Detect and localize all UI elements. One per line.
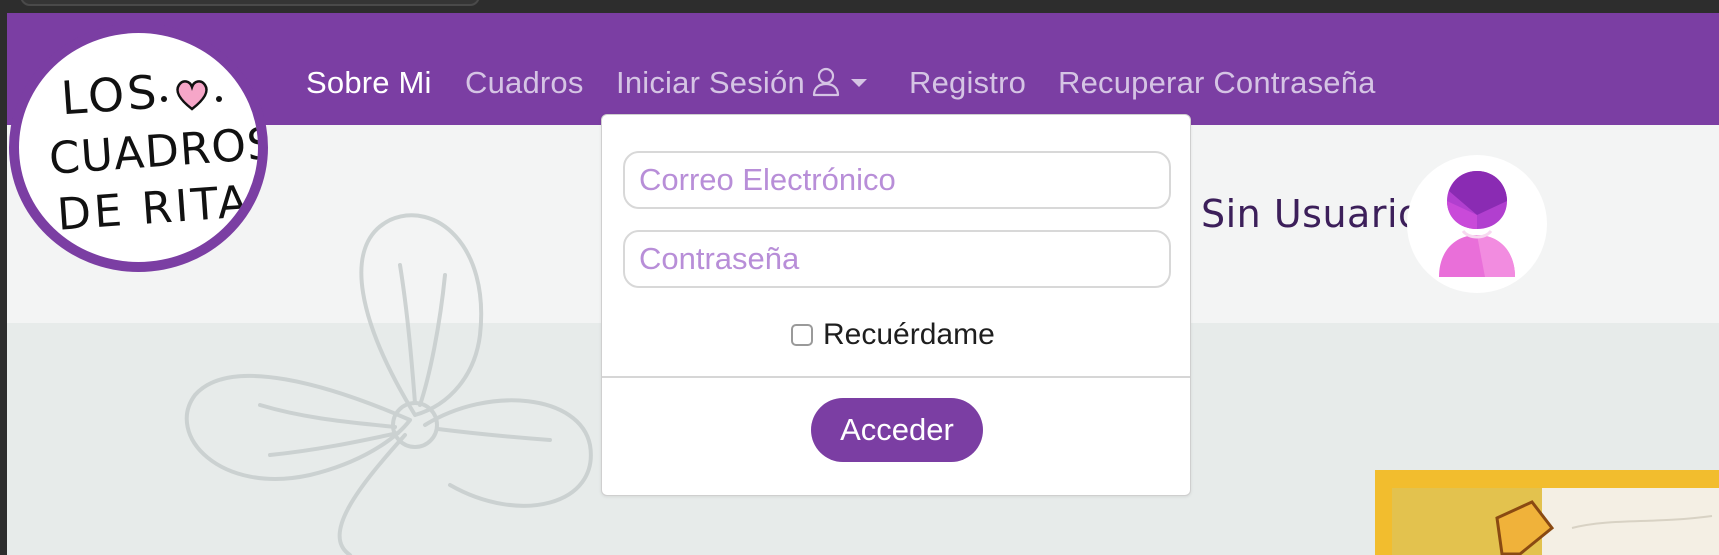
- login-submit-button[interactable]: Acceder: [811, 398, 983, 462]
- caret-down-icon: [850, 79, 867, 87]
- logo-line-1: LOS: [59, 64, 162, 126]
- remember-me-checkbox[interactable]: [791, 324, 813, 346]
- browser-top-edge: [0, 0, 1719, 13]
- main-navbar: Sobre Mi Cuadros Iniciar Sesión Registro…: [7, 13, 1719, 125]
- remember-me-label: Recuérdame: [823, 318, 995, 351]
- browser-tab[interactable]: [20, 0, 480, 6]
- nav-recuperar-contrasena[interactable]: Recuperar Contraseña: [1058, 65, 1376, 101]
- painting-thumbnail[interactable]: [1375, 470, 1719, 555]
- logo-line-2: CUADROS: [47, 118, 268, 185]
- user-name-label: Sin Usuario: [1201, 192, 1422, 236]
- nav-iniciar-sesion[interactable]: Iniciar Sesión: [616, 65, 867, 105]
- user-outline-icon: [811, 67, 841, 105]
- user-avatar-icon: [1439, 171, 1515, 277]
- password-field[interactable]: [623, 230, 1171, 288]
- nav-cuadros[interactable]: Cuadros: [465, 65, 584, 101]
- nav-iniciar-sesion-label: Iniciar Sesión: [616, 65, 805, 100]
- brand-logo[interactable]: LOS CUADROS DE RITA: [9, 23, 268, 272]
- dropdown-divider: [602, 376, 1190, 378]
- painting-image: [1392, 488, 1719, 555]
- heart-icon: [159, 75, 225, 120]
- user-avatar[interactable]: [1407, 155, 1547, 293]
- nav-sobre-mi[interactable]: Sobre Mi: [306, 65, 432, 101]
- logo-line-3: DE RITA: [55, 176, 253, 241]
- flower-background-illustration: [184, 213, 593, 555]
- remember-me-option[interactable]: Recuérdame: [791, 318, 995, 352]
- nav-registro[interactable]: Registro: [909, 65, 1026, 101]
- browser-left-edge: [0, 0, 7, 555]
- email-field[interactable]: [623, 151, 1171, 209]
- app-window: Sobre Mi Cuadros Iniciar Sesión Registro…: [0, 0, 1719, 555]
- login-dropdown: Recuérdame Acceder: [601, 114, 1191, 496]
